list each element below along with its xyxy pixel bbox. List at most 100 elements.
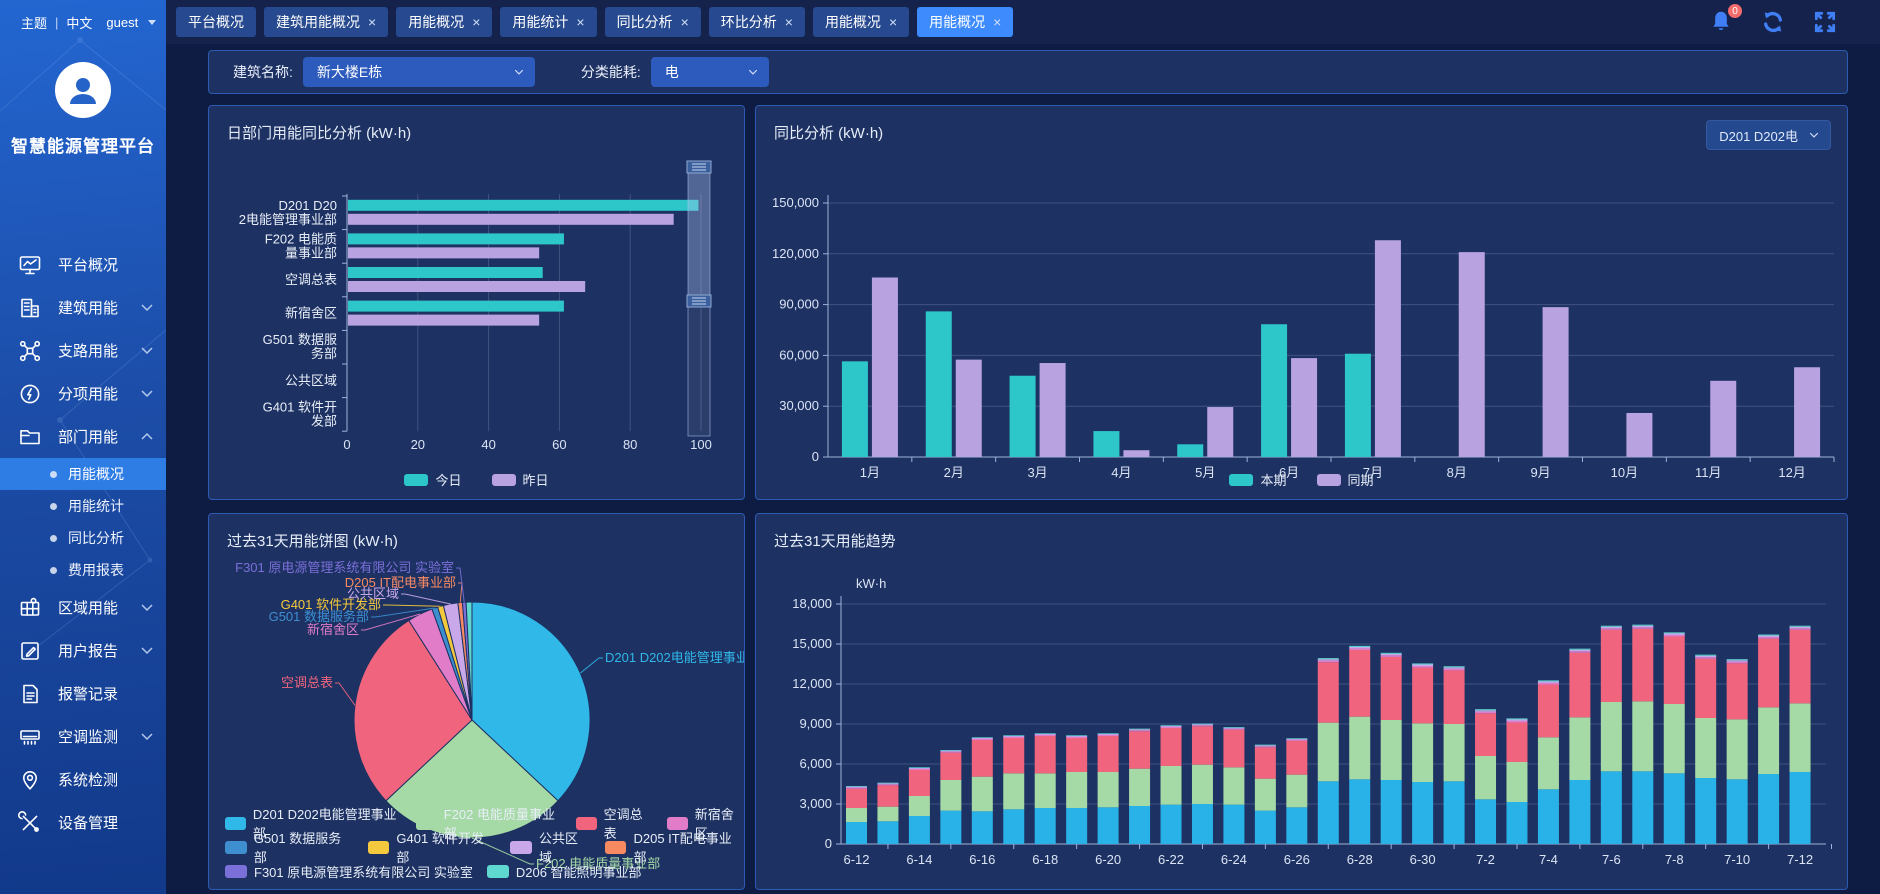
energy-category-select[interactable]: 电: [651, 57, 769, 87]
sidebar-item-label: 系统检测: [58, 769, 118, 790]
sidebar-subitem[interactable]: 用能概况: [0, 458, 166, 490]
building-select[interactable]: 新大楼E栋: [303, 57, 535, 87]
tab-label: 建筑用能概况: [276, 12, 360, 32]
svg-text:D205 IT配电事业部: D205 IT配电事业部: [345, 575, 456, 590]
sidebar-item[interactable]: 平台概况: [0, 243, 166, 286]
tab[interactable]: 平台概况: [176, 7, 256, 37]
tab-label: 环比分析: [721, 12, 777, 32]
sidebar-item[interactable]: 支路用能: [0, 329, 166, 372]
sidebar-item[interactable]: 用户报告: [0, 629, 166, 672]
sidebar-item[interactable]: 空调监测: [0, 715, 166, 758]
theme-label[interactable]: 主题: [21, 13, 47, 32]
tab-close-icon[interactable]: ×: [368, 15, 376, 29]
legend-item[interactable]: F301 原电源管理系统有限公司 实验室: [225, 862, 473, 881]
sidebar-item[interactable]: 分项用能: [0, 372, 166, 415]
svg-text:80: 80: [623, 437, 637, 452]
panel-title: 过去31天用能饼图 (kW·h): [227, 530, 398, 551]
legend-label: D205 IT配电事业部: [633, 828, 744, 866]
legend-item[interactable]: 同期: [1317, 470, 1374, 489]
tab[interactable]: 用能概况 ×: [917, 7, 1013, 37]
sidebar-item[interactable]: 系统检测: [0, 758, 166, 801]
svg-text:新宿舍区: 新宿舍区: [285, 306, 337, 321]
svg-text:18,000: 18,000: [792, 596, 832, 611]
sidebar-subitem-label: 同比分析: [68, 528, 124, 548]
sidebar-menu: 平台概况建筑用能支路用能分项用能部门用能用能概况用能统计同比分析费用报表区域用能…: [0, 243, 166, 844]
svg-text:G401 软件开发部: G401 软件开发部: [263, 399, 337, 428]
legend-item[interactable]: 本期: [1229, 470, 1286, 489]
tab-close-icon[interactable]: ×: [889, 15, 897, 29]
tab[interactable]: 用能统计 ×: [500, 7, 596, 37]
tab-close-icon[interactable]: ×: [472, 15, 480, 29]
tab[interactable]: 用能概况×: [813, 7, 909, 37]
sidebar-subitem-label: 用能概况: [68, 464, 124, 484]
tab[interactable]: 建筑用能概况 ×: [264, 7, 388, 37]
notifications-button[interactable]: 0: [1708, 9, 1734, 35]
svg-text:空调总表: 空调总表: [281, 675, 333, 690]
tab-close-icon[interactable]: ×: [993, 15, 1001, 29]
sidebar-subitem[interactable]: 用能统计: [0, 490, 166, 522]
svg-text:G501 数据服务部: G501 数据服务部: [263, 332, 337, 361]
chevron-down-icon: [140, 387, 154, 401]
location-pin-icon: [18, 768, 44, 792]
svg-text:6-18: 6-18: [1032, 852, 1058, 867]
legend-item[interactable]: D205 IT配电事业部: [605, 828, 744, 866]
chevron-down-icon: [140, 601, 154, 615]
svg-text:0: 0: [825, 836, 832, 851]
tab[interactable]: 环比分析 ×: [709, 7, 805, 37]
sidebar-item-label: 部门用能: [58, 426, 118, 447]
legend-label: G501 数据服务部: [254, 828, 354, 866]
sidebar-subitem[interactable]: 同比分析: [0, 522, 166, 554]
svg-text:6,000: 6,000: [799, 756, 832, 771]
legend-item[interactable]: G401 软件开发部: [368, 828, 497, 866]
tab-label: 用能概况: [929, 12, 985, 32]
svg-text:60: 60: [552, 437, 566, 452]
legend-item[interactable]: 公共区域: [510, 828, 590, 866]
topbar: 平台概况建筑用能概况×用能概况×用能统计×同比分析×环比分析×用能概况×用能概况…: [166, 0, 1880, 44]
svg-text:7-10: 7-10: [1724, 852, 1750, 867]
panel-title: 日部门用能同比分析 (kW·h): [227, 122, 411, 143]
sidebar-item[interactable]: 建筑用能: [0, 286, 166, 329]
language-label[interactable]: 中文: [66, 13, 92, 32]
sidebar-item[interactable]: 设备管理: [0, 801, 166, 844]
svg-text:15,000: 15,000: [792, 636, 832, 651]
legend-label: D206 智能照明事业部: [516, 862, 642, 881]
caret-down-icon: [148, 20, 156, 25]
tab[interactable]: 用能概况×: [396, 7, 492, 37]
refresh-button[interactable]: [1760, 9, 1786, 35]
tab[interactable]: 同比分析×: [605, 7, 701, 37]
sidebar-item-label: 区域用能: [58, 597, 118, 618]
tab-close-icon[interactable]: ×: [576, 15, 584, 29]
sidebar-item[interactable]: 部门用能: [0, 415, 166, 458]
legend-label: 本期: [1260, 470, 1286, 489]
daily-dept-yoy-panel: 日部门用能同比分析 (kW·h) 020406080100D201 D202电能…: [208, 105, 745, 500]
user-menu[interactable]: guest: [106, 15, 138, 30]
tab-close-icon[interactable]: ×: [785, 15, 793, 29]
series-select[interactable]: D201 D202电: [1706, 120, 1831, 150]
svg-text:公共区域: 公共区域: [285, 373, 337, 388]
svg-text:7-6: 7-6: [1602, 852, 1621, 867]
legend-item[interactable]: 今日: [404, 470, 461, 489]
map-grid-icon: [18, 596, 44, 620]
tab-label: 用能统计: [512, 12, 568, 32]
svg-text:3,000: 3,000: [799, 796, 832, 811]
tab-close-icon[interactable]: ×: [681, 15, 689, 29]
sidebar-subitem[interactable]: 费用报表: [0, 554, 166, 586]
building-icon: [18, 296, 44, 320]
legend-swatch: [368, 841, 390, 854]
sidebar-item[interactable]: 报警记录: [0, 672, 166, 715]
energy-category-value: 电: [665, 62, 679, 82]
legend-swatch: [510, 841, 532, 854]
legend-label: 公共区域: [539, 828, 591, 866]
svg-text:6-12: 6-12: [843, 852, 869, 867]
sidebar-item[interactable]: 区域用能: [0, 586, 166, 629]
fullscreen-button[interactable]: [1812, 9, 1838, 35]
legend-item[interactable]: D206 智能照明事业部: [487, 862, 642, 881]
chevron-down-icon: [140, 301, 154, 315]
svg-text:7-12: 7-12: [1787, 852, 1813, 867]
legend-item[interactable]: G501 数据服务部: [225, 828, 354, 866]
trend-31days-panel: 过去31天用能趋势 03,0006,0009,00012,00015,00018…: [755, 513, 1848, 890]
legend-swatch: [225, 841, 247, 854]
legend-item[interactable]: 昨日: [492, 470, 549, 489]
avatar: [55, 62, 111, 118]
chevron-down-icon: [747, 66, 759, 78]
